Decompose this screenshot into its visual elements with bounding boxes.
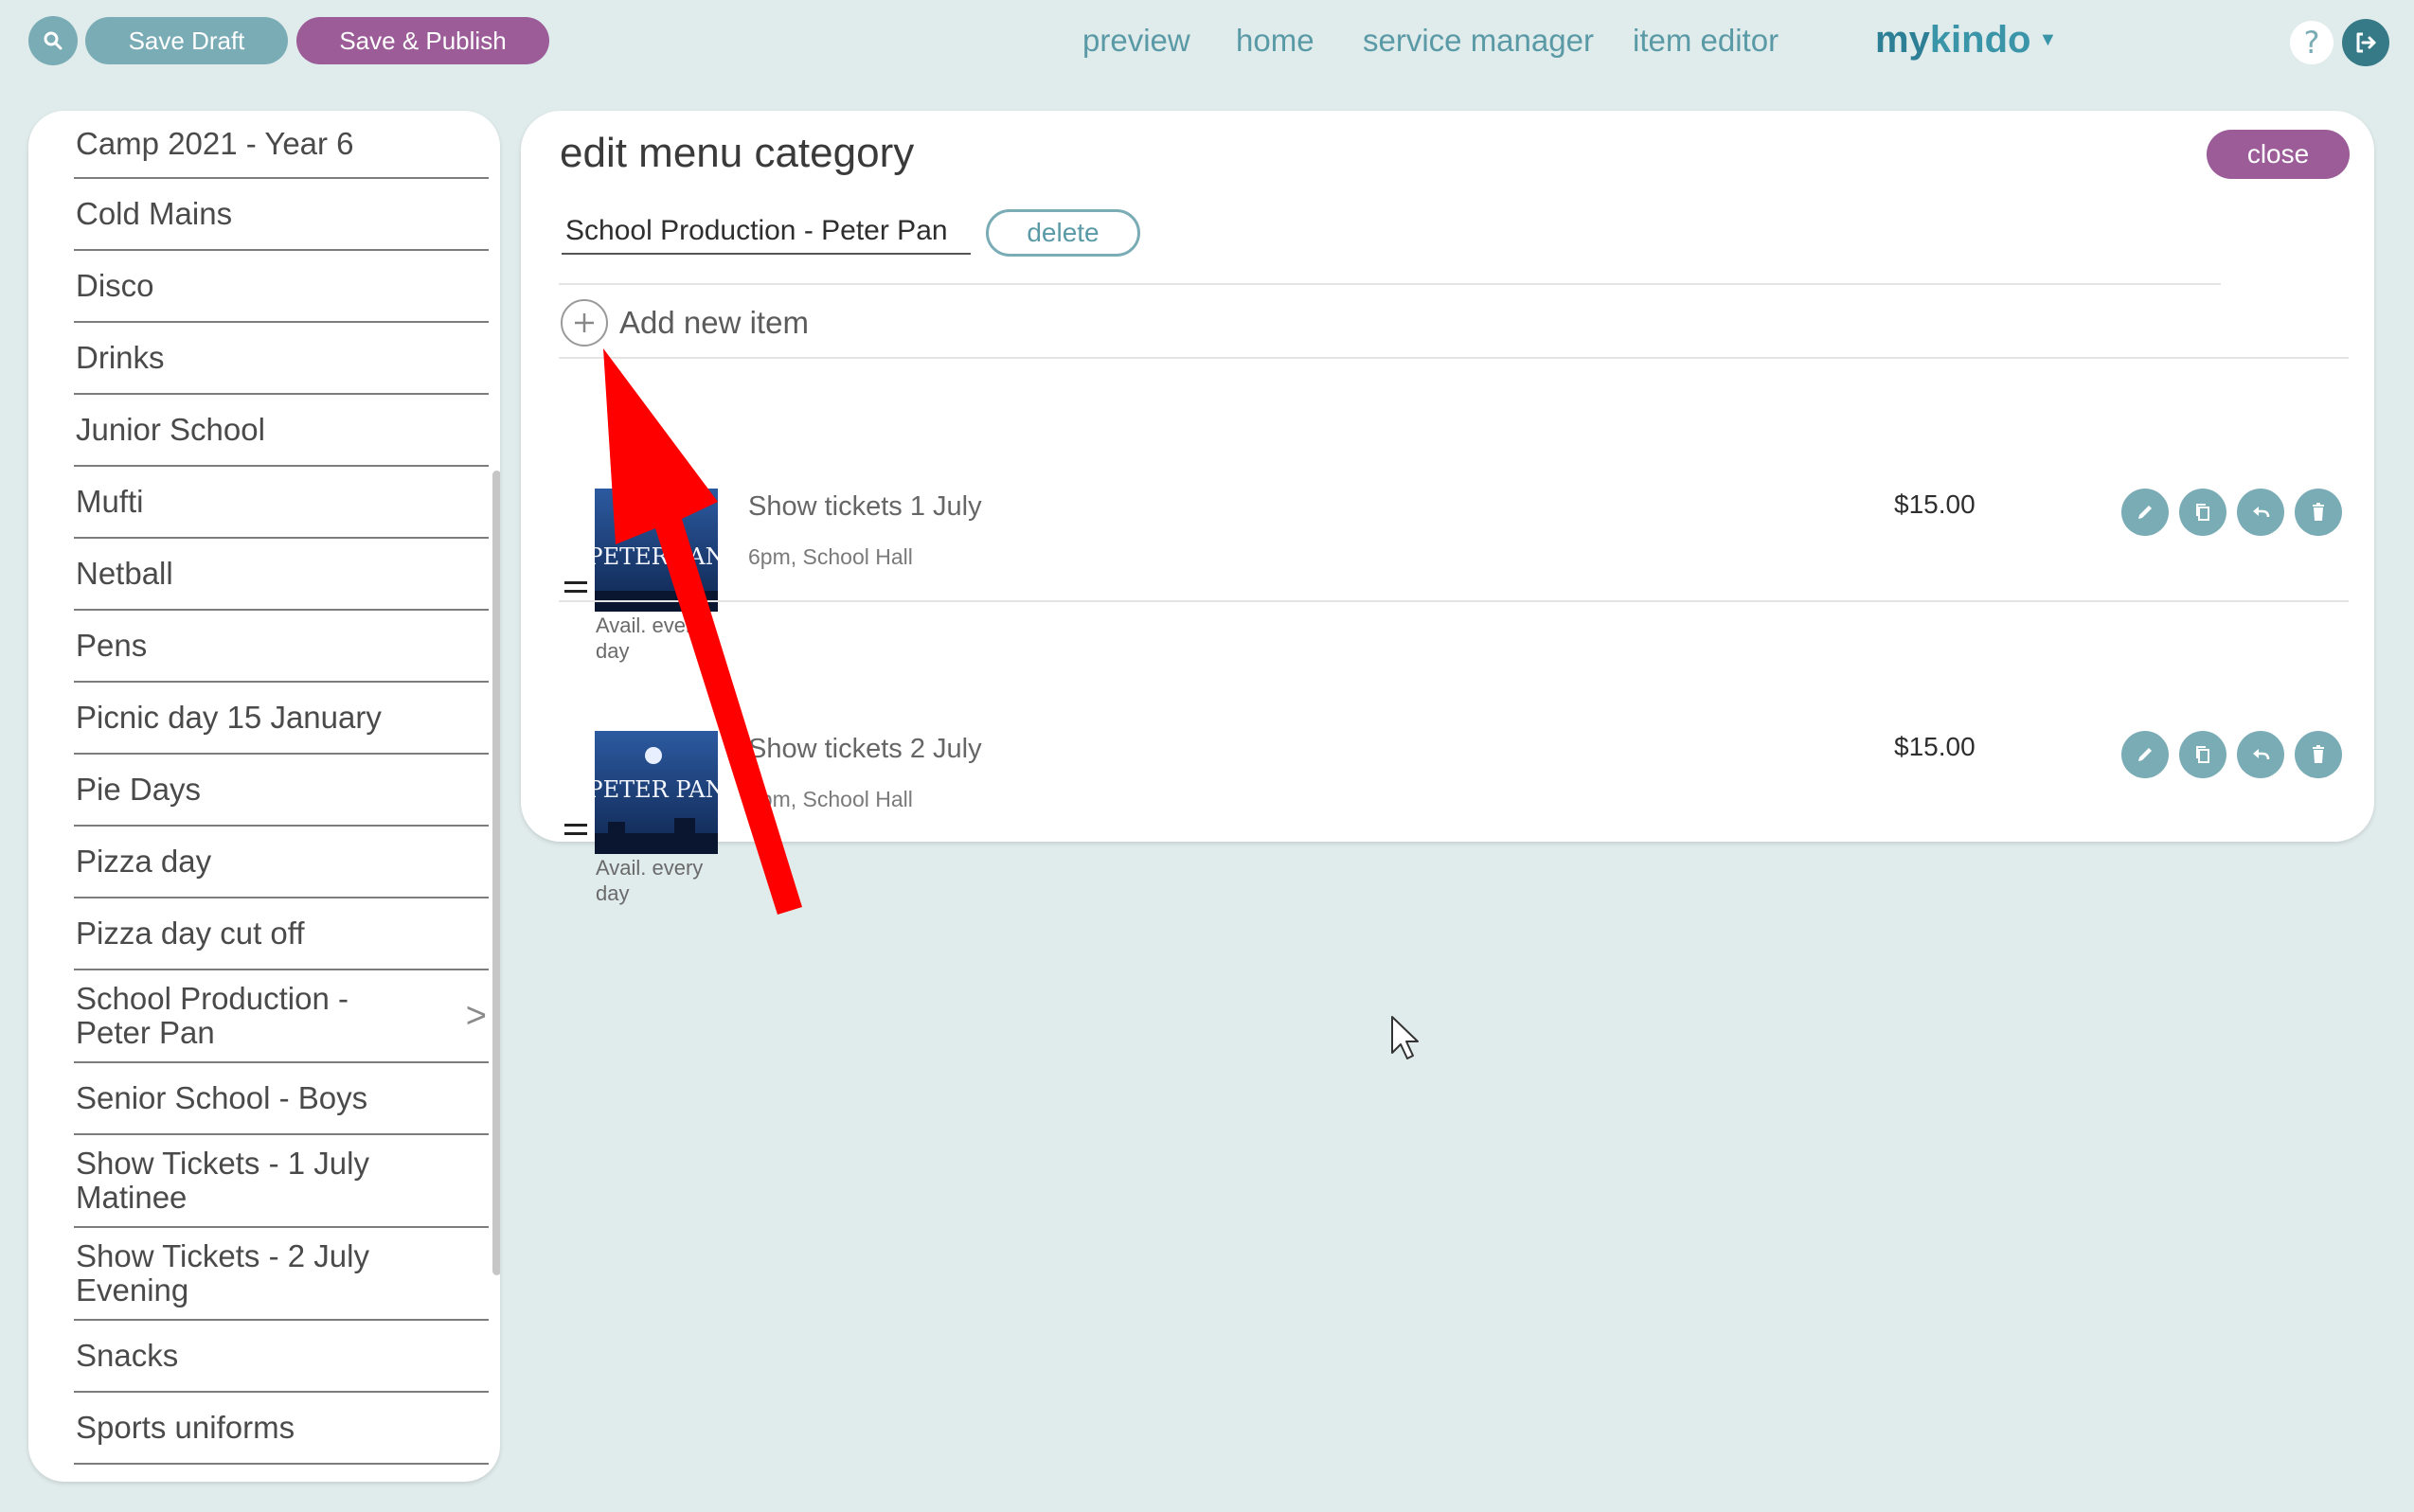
- item-image: PETER PAN: [595, 731, 718, 854]
- sidebar-item-junior-school[interactable]: Junior School: [74, 395, 489, 467]
- caret-down-icon: ▼: [2038, 28, 2058, 50]
- save-draft-button[interactable]: Save Draft: [85, 17, 288, 64]
- sidebar-item-mufti[interactable]: Mufti: [74, 467, 489, 539]
- brand-kindo: kindo: [1929, 18, 2031, 61]
- item-image-text: PETER PAN: [595, 776, 718, 803]
- undo-button[interactable]: [2237, 731, 2284, 778]
- menu-item-row[interactable]: PETER PAN Avail. every day Show tickets …: [521, 359, 2374, 905]
- item-subtitle: 6pm, School Hall: [748, 787, 913, 811]
- sidebar-item-label: Pizza day: [76, 844, 212, 879]
- search-button[interactable]: [28, 16, 78, 65]
- sidebar-item-snacks[interactable]: Snacks: [74, 1321, 489, 1393]
- sidebar-item-label: Netball: [76, 556, 173, 591]
- undo-icon: [2253, 749, 2270, 760]
- sidebar-item-label: Pens: [76, 628, 148, 663]
- chevron-right-icon: >: [465, 996, 487, 1036]
- sidebar-item-drinks[interactable]: Drinks: [74, 323, 489, 395]
- help-button[interactable]: ?: [2290, 21, 2334, 64]
- divider: [559, 283, 2221, 285]
- divider: [559, 600, 2349, 602]
- sidebar-item-label: Mufti: [76, 484, 144, 519]
- sidebar-item-label: Cold Mains: [76, 196, 233, 231]
- sidebar-item-label: School Production - Peter Pan: [76, 981, 349, 1050]
- sidebar-item-disco[interactable]: Disco: [74, 251, 489, 323]
- nav-link-preview[interactable]: preview: [1082, 19, 1190, 62]
- nav-link-service-manager[interactable]: service manager: [1363, 19, 1594, 62]
- plus-icon: [561, 299, 608, 347]
- sidebar-item-label: Picnic day 15 January: [76, 700, 382, 735]
- trash-button[interactable]: [2295, 731, 2342, 778]
- add-new-item-label: Add new item: [619, 305, 809, 340]
- brand-my: my: [1875, 18, 1930, 61]
- edit-category-panel: edit menu category close delete Add new …: [521, 111, 2374, 905]
- close-button[interactable]: close: [2207, 130, 2350, 179]
- sidebar-item-label: Snacks: [76, 1338, 179, 1373]
- sidebar-scrollbar[interactable]: [492, 471, 500, 1275]
- edit-button[interactable]: [2121, 731, 2169, 778]
- question-icon: ?: [2303, 25, 2320, 61]
- nav-link-home[interactable]: home: [1236, 19, 1314, 62]
- sidebar-item-label: Pizza day cut off: [76, 916, 305, 951]
- sidebar-item-pizza-day[interactable]: Pizza day: [74, 827, 489, 898]
- sidebar-item-sports-uniforms[interactable]: Sports uniforms: [74, 1393, 489, 1465]
- sidebar-item-pie-days[interactable]: Pie Days: [74, 755, 489, 827]
- add-new-item-button[interactable]: Add new item: [561, 296, 809, 349]
- save-publish-button[interactable]: Save & Publish: [296, 17, 549, 64]
- sidebar-item-senior-school-boys[interactable]: Senior School - Boys: [74, 1063, 489, 1135]
- sidebar-item-label: Pie Days: [76, 772, 202, 807]
- sidebar-item-label: Camp 2021 - Year 6: [76, 126, 354, 161]
- sidebar-item-label: Senior School - Boys: [76, 1080, 368, 1115]
- sidebar-item-label: Show Tickets - 2 July Evening: [76, 1238, 369, 1307]
- category-sidebar: Camp 2021 - Year 6 Cold Mains Disco Drin…: [28, 111, 500, 1482]
- sidebar-item-label: Junior School: [76, 412, 265, 447]
- sidebar-item-picnic-day[interactable]: Picnic day 15 January: [74, 683, 489, 755]
- sidebar-item-camp-2021-year-6[interactable]: Camp 2021 - Year 6: [74, 111, 489, 179]
- sidebar-item-netball[interactable]: Netball: [74, 539, 489, 611]
- trash-icon: [2313, 745, 2324, 763]
- cursor-icon: [1391, 1016, 1419, 1059]
- sidebar-item-show-tickets-1-july[interactable]: Show Tickets - 1 July Matinee: [74, 1135, 489, 1228]
- availability-label: Avail. every day: [596, 614, 704, 663]
- copy-button[interactable]: [2179, 731, 2226, 778]
- logout-button[interactable]: [2342, 19, 2389, 66]
- sidebar-item-pizza-day-cut-off[interactable]: Pizza day cut off: [74, 898, 489, 970]
- sidebar-item-label: Drinks: [76, 340, 165, 375]
- delete-button[interactable]: delete: [986, 209, 1140, 257]
- item-title: Show tickets 2 July: [748, 734, 982, 764]
- item-actions: [2121, 731, 2342, 778]
- availability-label: Avail. every day: [596, 856, 704, 905]
- page-title: edit menu category: [560, 130, 915, 176]
- item-price: $15.00: [1894, 732, 1976, 761]
- sidebar-item-label: Show Tickets - 1 July Matinee: [76, 1146, 369, 1215]
- logout-icon: [2356, 32, 2376, 53]
- brand-menu[interactable]: my kindo ▼: [1875, 13, 2057, 66]
- copy-icon: [2196, 746, 2209, 763]
- sidebar-item-label: Sports uniforms: [76, 1410, 295, 1445]
- sidebar-item-show-tickets-2-july[interactable]: Show Tickets - 2 July Evening: [74, 1228, 489, 1321]
- sidebar-item-label: Disco: [76, 268, 154, 303]
- nav-link-item-editor[interactable]: item editor: [1633, 19, 1779, 62]
- sidebar-item-cold-mains[interactable]: Cold Mains: [74, 179, 489, 251]
- search-icon: [44, 31, 63, 50]
- edit-icon: [2138, 748, 2152, 761]
- category-name-input[interactable]: [562, 209, 971, 255]
- sidebar-item-pens[interactable]: Pens: [74, 611, 489, 683]
- sidebar-item-school-production[interactable]: School Production - Peter Pan >: [74, 970, 489, 1063]
- drag-handle-icon[interactable]: [564, 824, 587, 841]
- category-list: Camp 2021 - Year 6 Cold Mains Disco Drin…: [74, 111, 489, 1465]
